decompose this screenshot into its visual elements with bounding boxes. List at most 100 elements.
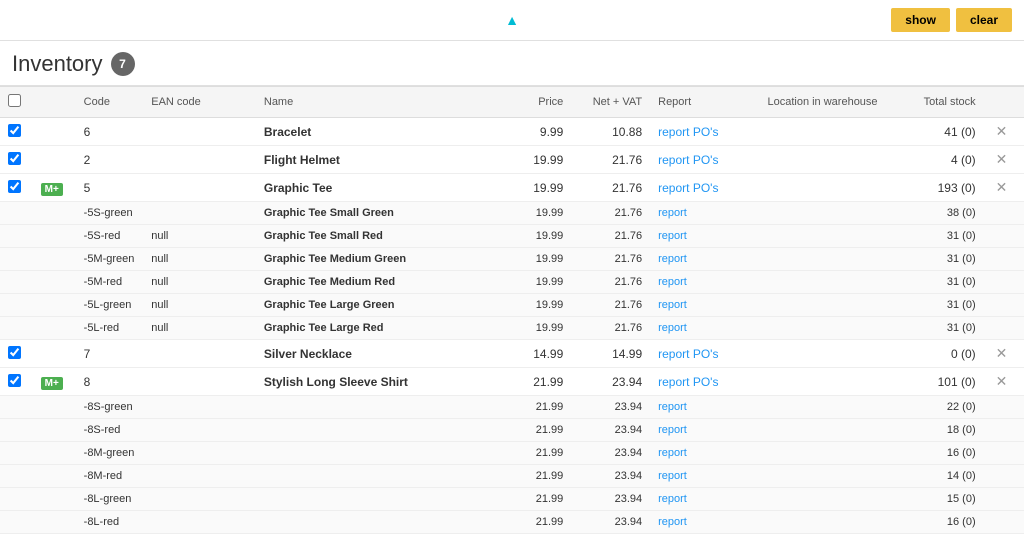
remove-button[interactable]: ✕	[992, 179, 1012, 196]
report-link[interactable]: report	[658, 470, 687, 482]
sub-checkbox-cell	[0, 248, 33, 271]
row-name: Silver Necklace	[256, 340, 504, 368]
sub-price: 19.99	[504, 225, 572, 248]
sub-net-vat: 23.94	[571, 442, 650, 465]
pos-link[interactable]: PO's	[693, 347, 719, 361]
report-link[interactable]: report	[658, 299, 687, 311]
report-link[interactable]: report	[658, 347, 689, 361]
sub-net-vat: 23.94	[571, 465, 650, 488]
report-link[interactable]: report	[658, 424, 687, 436]
table-row: -5M-green null Graphic Tee Medium Green …	[0, 248, 1024, 271]
row-ean	[143, 174, 256, 202]
clear-button[interactable]: clear	[956, 8, 1012, 32]
report-link[interactable]: report	[658, 276, 687, 288]
row-checkbox-cell	[0, 174, 33, 202]
remove-button[interactable]: ✕	[992, 345, 1012, 362]
report-link[interactable]: report	[658, 493, 687, 505]
sub-mp-cell	[33, 317, 76, 340]
sub-checkbox-cell	[0, 271, 33, 294]
sub-code: -8L-green	[76, 488, 144, 511]
sub-name	[256, 419, 504, 442]
row-checkbox[interactable]	[8, 152, 21, 165]
row-location	[752, 146, 894, 174]
report-link[interactable]: report	[658, 401, 687, 413]
sub-net-vat: 21.76	[571, 248, 650, 271]
remove-button[interactable]: ✕	[992, 123, 1012, 140]
sub-report: report	[650, 225, 751, 248]
row-report: report PO's	[650, 118, 751, 146]
report-link[interactable]: report	[658, 253, 687, 265]
report-link[interactable]: report	[658, 153, 689, 167]
sub-report: report	[650, 465, 751, 488]
sub-net-vat: 23.94	[571, 511, 650, 534]
sub-ean	[143, 465, 256, 488]
sub-code: -8S-green	[76, 396, 144, 419]
table-row: -8M-red 21.99 23.94 report 14 (0)	[0, 465, 1024, 488]
row-location	[752, 118, 894, 146]
sub-ean	[143, 511, 256, 534]
pos-link[interactable]: PO's	[693, 125, 719, 139]
sub-net-vat: 23.94	[571, 396, 650, 419]
report-link[interactable]: report	[658, 230, 687, 242]
sub-remove-cell	[984, 488, 1024, 511]
remove-button[interactable]: ✕	[992, 151, 1012, 168]
row-name: Bracelet	[256, 118, 504, 146]
row-checkbox[interactable]	[8, 180, 21, 193]
row-mp-cell	[33, 118, 76, 146]
report-link[interactable]: report	[658, 322, 687, 334]
pos-link[interactable]: PO's	[693, 153, 719, 167]
row-total-stock: 4 (0)	[894, 146, 984, 174]
report-link[interactable]: report	[658, 125, 689, 139]
sub-checkbox-cell	[0, 202, 33, 225]
mp-badge[interactable]: M+	[41, 183, 63, 196]
sub-location	[752, 225, 894, 248]
table-row: -8M-green 21.99 23.94 report 16 (0)	[0, 442, 1024, 465]
sub-mp-cell	[33, 202, 76, 225]
sub-checkbox-cell	[0, 225, 33, 248]
select-all-checkbox[interactable]	[8, 94, 21, 107]
sub-net-vat: 21.76	[571, 294, 650, 317]
row-checkbox[interactable]	[8, 346, 21, 359]
sub-price: 21.99	[504, 488, 572, 511]
sub-report: report	[650, 294, 751, 317]
row-checkbox[interactable]	[8, 374, 21, 387]
sub-total-stock: 31 (0)	[894, 271, 984, 294]
sub-location	[752, 511, 894, 534]
report-link[interactable]: report	[658, 516, 687, 528]
row-ean	[143, 368, 256, 396]
row-remove-cell: ✕	[984, 174, 1024, 202]
sub-name: Graphic Tee Medium Red	[256, 271, 504, 294]
report-link[interactable]: report	[658, 207, 687, 219]
row-remove-cell: ✕	[984, 340, 1024, 368]
show-button[interactable]: show	[891, 8, 950, 32]
sub-location	[752, 202, 894, 225]
sub-name	[256, 442, 504, 465]
report-link[interactable]: report	[658, 375, 689, 389]
report-link[interactable]: report	[658, 447, 687, 459]
inventory-table: Code EAN code Name Price Net + VAT Repor…	[0, 86, 1024, 534]
sub-total-stock: 38 (0)	[894, 202, 984, 225]
sub-report: report	[650, 419, 751, 442]
sub-report: report	[650, 271, 751, 294]
report-link[interactable]: report	[658, 181, 689, 195]
sub-remove-cell	[984, 419, 1024, 442]
mp-badge[interactable]: M+	[41, 377, 63, 390]
sub-remove-cell	[984, 202, 1024, 225]
table-row: -5L-green null Graphic Tee Large Green 1…	[0, 294, 1024, 317]
sub-code: -5L-red	[76, 317, 144, 340]
remove-button[interactable]: ✕	[992, 373, 1012, 390]
sub-price: 21.99	[504, 419, 572, 442]
collapse-icon[interactable]: ▲	[505, 12, 519, 28]
sub-remove-cell	[984, 511, 1024, 534]
sub-price: 21.99	[504, 465, 572, 488]
row-price: 9.99	[504, 118, 572, 146]
pos-link[interactable]: PO's	[693, 375, 719, 389]
row-price: 19.99	[504, 146, 572, 174]
row-checkbox[interactable]	[8, 124, 21, 137]
row-price: 19.99	[504, 174, 572, 202]
sub-ean	[143, 396, 256, 419]
sub-code: -5M-red	[76, 271, 144, 294]
pos-link[interactable]: PO's	[693, 181, 719, 195]
row-net-vat: 21.76	[571, 146, 650, 174]
row-report: report PO's	[650, 174, 751, 202]
